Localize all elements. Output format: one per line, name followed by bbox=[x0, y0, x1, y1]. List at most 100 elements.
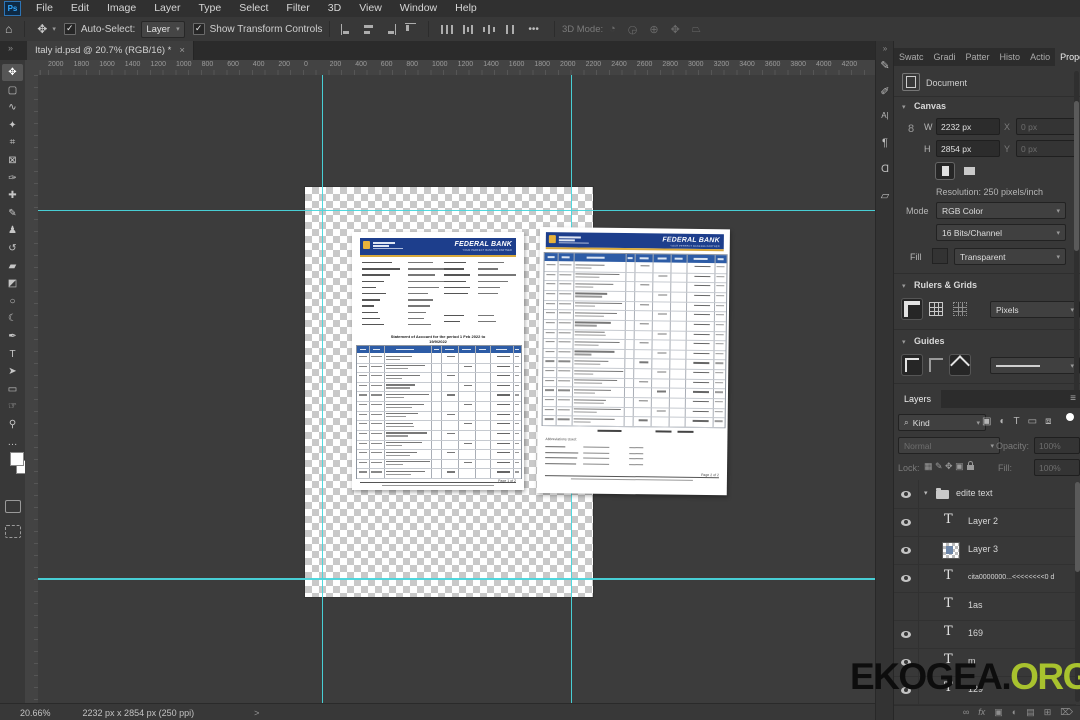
type-layer-icon[interactable]: T bbox=[944, 512, 953, 527]
layer-group-icon[interactable]: ▤ bbox=[1026, 707, 1035, 718]
orientation-landscape-button[interactable] bbox=[960, 163, 978, 179]
visibility-cell[interactable] bbox=[894, 536, 919, 564]
chevron-down-icon[interactable]: ▾ bbox=[902, 282, 906, 290]
distribute-left-icon[interactable] bbox=[440, 24, 454, 35]
orientation-portrait-button[interactable] bbox=[936, 163, 954, 179]
eraser-tool[interactable]: ▰ bbox=[2, 258, 23, 275]
layer-mask-icon[interactable]: ▣ bbox=[994, 707, 1003, 718]
status-chevron-icon[interactable]: > bbox=[254, 708, 259, 718]
filter-adjustment-layers-icon[interactable]: ◐ bbox=[999, 416, 1005, 427]
filtering-toggle[interactable] bbox=[1066, 413, 1074, 421]
eye-icon[interactable] bbox=[901, 630, 911, 638]
toggle-guides-button[interactable] bbox=[902, 355, 922, 375]
blur-tool[interactable]: ○ bbox=[2, 293, 23, 310]
left-ruler[interactable] bbox=[25, 75, 39, 703]
type-layer-icon[interactable]: T bbox=[944, 596, 953, 611]
layer-filter-dropdown[interactable]: ⌕ Kind ▾ bbox=[898, 414, 986, 431]
menu-filter[interactable]: Filter bbox=[277, 0, 318, 17]
frame-tool[interactable]: ⊠ bbox=[2, 152, 23, 169]
menu-help[interactable]: Help bbox=[446, 0, 486, 17]
eye-icon[interactable] bbox=[901, 518, 911, 526]
fill-swatch[interactable] bbox=[932, 248, 948, 264]
layer-row[interactable]: T 169 bbox=[894, 620, 1076, 649]
horizontal-guide[interactable] bbox=[38, 210, 875, 211]
lasso-tool[interactable]: ∿ bbox=[2, 99, 23, 116]
dodge-tool[interactable]: ☾ bbox=[2, 310, 23, 327]
canvas-viewport[interactable]: FEDERAL BANK YOUR PERFECT BANKING PARTNER… bbox=[38, 75, 875, 703]
pen-tool[interactable]: ✒ bbox=[2, 328, 23, 345]
menu-file[interactable]: File bbox=[27, 0, 62, 17]
statement-page-2[interactable]: FEDERAL BANK YOUR PERFECT BANKING PARTNER… bbox=[536, 227, 730, 496]
horizontal-guide[interactable] bbox=[38, 578, 875, 580]
tab-histo[interactable]: Histo bbox=[995, 48, 1026, 66]
foreground-color-swatch[interactable] bbox=[10, 452, 24, 466]
type-layer-icon[interactable]: T bbox=[944, 568, 953, 583]
healing-brush-tool[interactable]: ✚ bbox=[2, 187, 23, 204]
quick-mask-button[interactable] bbox=[5, 500, 21, 513]
marquee-tool[interactable]: ▢ bbox=[2, 82, 23, 99]
character-panel-icon[interactable]: A| bbox=[876, 111, 894, 120]
menu-type[interactable]: Type bbox=[189, 0, 230, 17]
move-tool[interactable]: ✥ bbox=[2, 64, 23, 81]
lock-icons[interactable]: ▦ ✎ ✥ ▣ bbox=[924, 461, 974, 472]
toggle-rulers-button[interactable] bbox=[902, 299, 922, 319]
distribute-right-icon[interactable] bbox=[482, 24, 496, 35]
filter-shape-layers-icon[interactable]: ▭ bbox=[1028, 416, 1037, 427]
visibility-cell[interactable] bbox=[894, 480, 919, 508]
type-layer-icon[interactable]: T bbox=[944, 624, 953, 639]
path-select-tool[interactable]: ➤ bbox=[2, 363, 23, 380]
statement-page-1[interactable]: FEDERAL BANK YOUR PERFECT BANKING PARTNER… bbox=[352, 232, 524, 490]
zoom-tool[interactable]: ⚲ bbox=[2, 416, 23, 433]
layer-row[interactable]: Layer 3 bbox=[894, 536, 1076, 565]
guide-style-dropdown[interactable]: ▾ bbox=[990, 357, 1080, 374]
menu-window[interactable]: Window bbox=[391, 0, 446, 17]
filter-smart-objects-icon[interactable]: ⧈ bbox=[1045, 416, 1051, 427]
lock-guides-button[interactable] bbox=[926, 355, 946, 375]
move-tool-preset-icon[interactable]: ✥ bbox=[37, 22, 47, 36]
auto-select-target-dropdown[interactable]: Layer ▾ bbox=[141, 20, 185, 38]
menu-view[interactable]: View bbox=[350, 0, 391, 17]
eye-icon[interactable] bbox=[901, 490, 911, 498]
toggle-pixel-grid-button[interactable] bbox=[950, 299, 970, 319]
brush-tool[interactable]: ✎ bbox=[2, 205, 23, 222]
layer-row[interactable]: Tcita0000000...<<<<<<<<0 d bbox=[894, 564, 1076, 593]
fill-dropdown[interactable]: Transparent ▾ bbox=[954, 248, 1066, 265]
tab-properties[interactable]: Properties bbox=[1055, 48, 1080, 66]
tab-layers[interactable]: Layers bbox=[894, 390, 942, 408]
paragraph-panel-icon[interactable]: ¶ bbox=[876, 137, 894, 149]
tab-swatc[interactable]: Swatc bbox=[894, 48, 929, 66]
visibility-cell[interactable] bbox=[894, 564, 919, 592]
gradient-tool[interactable]: ◩ bbox=[2, 275, 23, 292]
align-left-icon[interactable] bbox=[341, 23, 354, 35]
lock-all-icon[interactable] bbox=[966, 461, 974, 470]
height-field[interactable]: 2854 px bbox=[936, 140, 1000, 157]
foreground-background-colors[interactable] bbox=[6, 452, 30, 474]
quick-selection-tool[interactable]: ✦ bbox=[2, 117, 23, 134]
chevron-down-icon[interactable]: ▾ bbox=[902, 338, 906, 346]
history-brush-tool[interactable]: ↺ bbox=[2, 240, 23, 257]
layer-row[interactable]: T 1as bbox=[894, 592, 1076, 621]
tab-overflow-icon[interactable]: » bbox=[8, 43, 13, 53]
guides-section-title[interactable]: Guides bbox=[914, 336, 945, 346]
3d-panel-icon[interactable]: ▱ bbox=[876, 189, 894, 202]
tab-gradi[interactable]: Gradi bbox=[929, 48, 961, 66]
menu-image[interactable]: Image bbox=[98, 0, 145, 17]
align-right-icon[interactable] bbox=[383, 23, 397, 35]
zoom-level[interactable]: 20.66% bbox=[20, 708, 51, 718]
clone-stamp-tool[interactable]: ♟ bbox=[2, 222, 23, 239]
ruler-corner[interactable] bbox=[25, 60, 39, 76]
more-options-icon[interactable]: ••• bbox=[528, 24, 539, 35]
layer-row[interactable]: ▾ edite text bbox=[894, 480, 1076, 509]
document-tab[interactable]: Italy id.psd @ 20.7% (RGB/16) * × bbox=[27, 41, 194, 60]
properties-scrollbar[interactable] bbox=[1074, 71, 1079, 406]
tab-patter[interactable]: Patter bbox=[961, 48, 995, 66]
group-expand-icon[interactable]: ▾ bbox=[924, 489, 928, 497]
link-layers-icon[interactable]: ∞ bbox=[963, 707, 969, 718]
clear-guides-button[interactable] bbox=[950, 355, 970, 375]
type-tool[interactable]: T bbox=[2, 346, 23, 363]
filter-pixel-layers-icon[interactable]: ▣ bbox=[982, 416, 991, 427]
brush-settings-icon[interactable]: ✎ bbox=[876, 59, 894, 72]
new-layer-icon[interactable]: ⊞ bbox=[1044, 707, 1052, 718]
chevron-down-icon[interactable]: ▾ bbox=[52, 25, 56, 33]
adjustment-layer-icon[interactable]: ◐ bbox=[1012, 707, 1017, 718]
